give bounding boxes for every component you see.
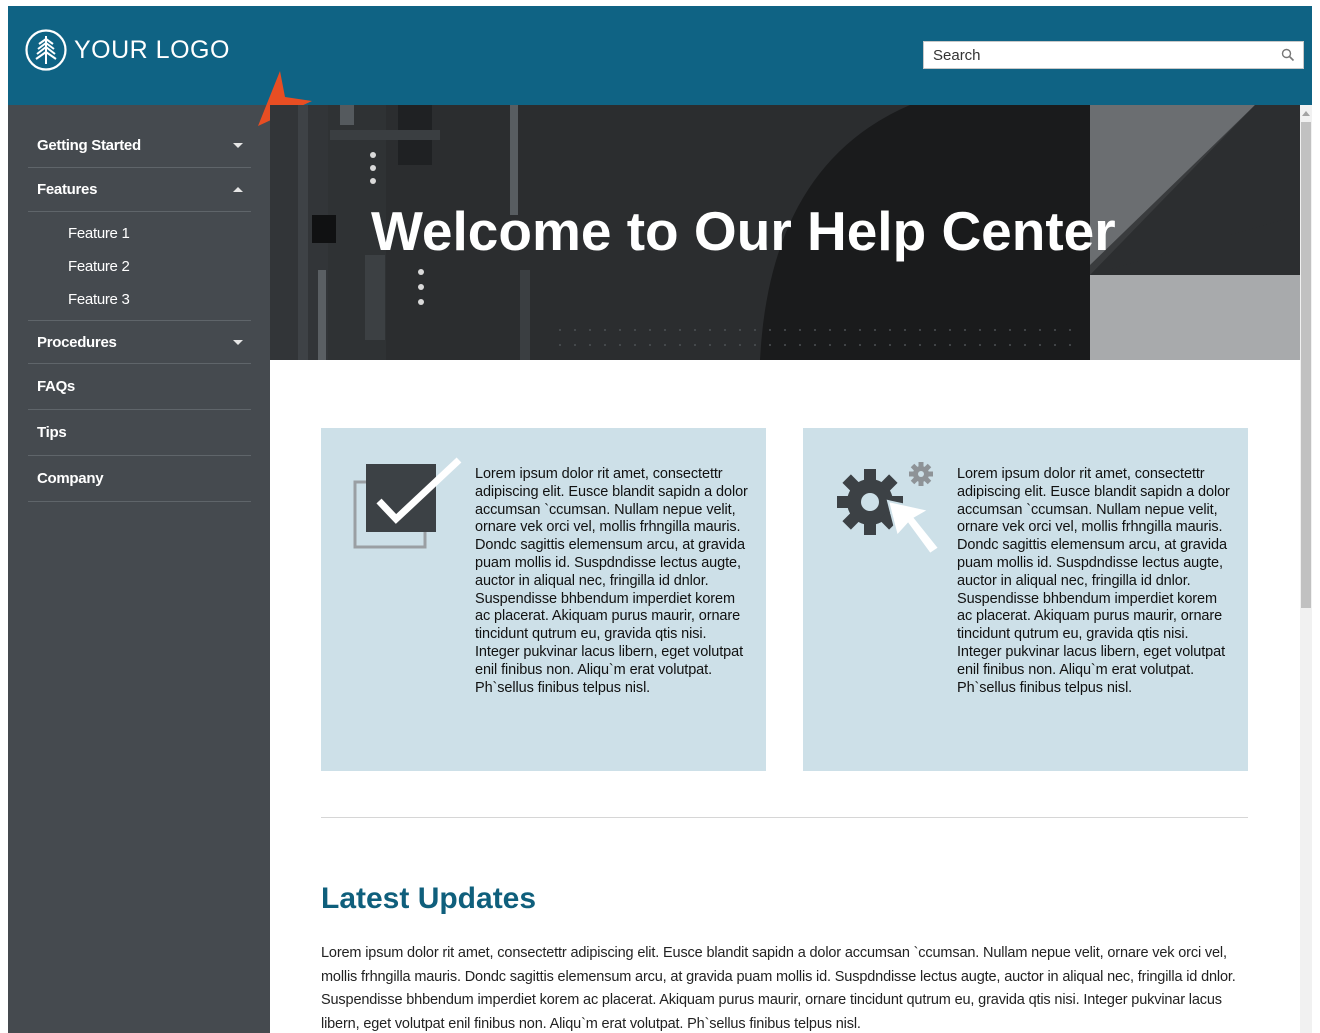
sidebar-subitem-feature-2[interactable]: Feature 2: [28, 250, 251, 283]
latest-updates-heading: Latest Updates: [321, 882, 537, 915]
help-center-page: YOUR LOGO Getting Started Features Featu…: [8, 6, 1312, 1033]
hero-title: Welcome to Our Help Center: [371, 200, 1116, 262]
logo[interactable]: YOUR LOGO: [24, 28, 230, 72]
sidebar-item-company[interactable]: Company: [28, 456, 251, 502]
sidebar-item-faqs[interactable]: FAQs: [28, 364, 251, 410]
features-submenu: Feature 1 Feature 2 Feature 3: [28, 212, 251, 320]
scroll-up-arrow-icon[interactable]: [1302, 111, 1310, 116]
search-box: [923, 41, 1304, 69]
sidebar-item-label: Getting Started: [37, 136, 141, 154]
hero-banner: Welcome to Our Help Center: [270, 105, 1300, 360]
search-input[interactable]: [924, 42, 1273, 68]
checkbox-icon: [353, 457, 462, 549]
chevron-up-icon[interactable]: [233, 187, 243, 192]
sidebar-subitem-feature-3[interactable]: Feature 3: [28, 283, 251, 316]
logo-text: YOUR LOGO: [74, 35, 230, 64]
gears-cursor-icon: [837, 462, 941, 556]
sidebar-subitem-feature-1[interactable]: Feature 1: [28, 217, 251, 250]
sidebar-item-label: Procedures: [37, 333, 117, 351]
sidebar-item-tips[interactable]: Tips: [28, 410, 251, 456]
sidebar-nav: Getting Started Features Feature 1 Featu…: [8, 105, 270, 1033]
sidebar-item-procedures[interactable]: Procedures: [28, 320, 251, 364]
section-divider: [321, 817, 1248, 818]
tree-logo-icon: [25, 29, 67, 71]
latest-updates-text: Lorem ipsum dolor rit amet, consectettr …: [321, 945, 1236, 1032]
scrollbar[interactable]: [1300, 105, 1312, 1033]
sidebar-item-getting-started[interactable]: Getting Started: [28, 123, 251, 168]
sidebar-item-label: Company: [37, 470, 104, 487]
card-text: Lorem ipsum dolor rit amet, consectettr …: [475, 466, 748, 696]
feature-card-2: Lorem ipsum dolor rit amet, consectettr …: [803, 428, 1248, 771]
sidebar-item-label: Tips: [37, 424, 67, 441]
scroll-thumb[interactable]: [1301, 122, 1311, 608]
chevron-down-icon[interactable]: [233, 142, 243, 148]
sidebar-item-label: Features: [37, 181, 98, 198]
sidebar-item-features[interactable]: Features: [28, 168, 251, 212]
search-icon[interactable]: [1281, 48, 1295, 62]
feature-card-1: Lorem ipsum dolor rit amet, consectettr …: [321, 428, 766, 771]
sidebar-item-label: FAQs: [37, 378, 75, 395]
site-header: YOUR LOGO: [8, 6, 1312, 105]
nav-list: Getting Started Features Feature 1 Featu…: [28, 123, 251, 502]
chevron-down-icon[interactable]: [233, 339, 243, 345]
card-text: Lorem ipsum dolor rit amet, consectettr …: [957, 466, 1230, 696]
